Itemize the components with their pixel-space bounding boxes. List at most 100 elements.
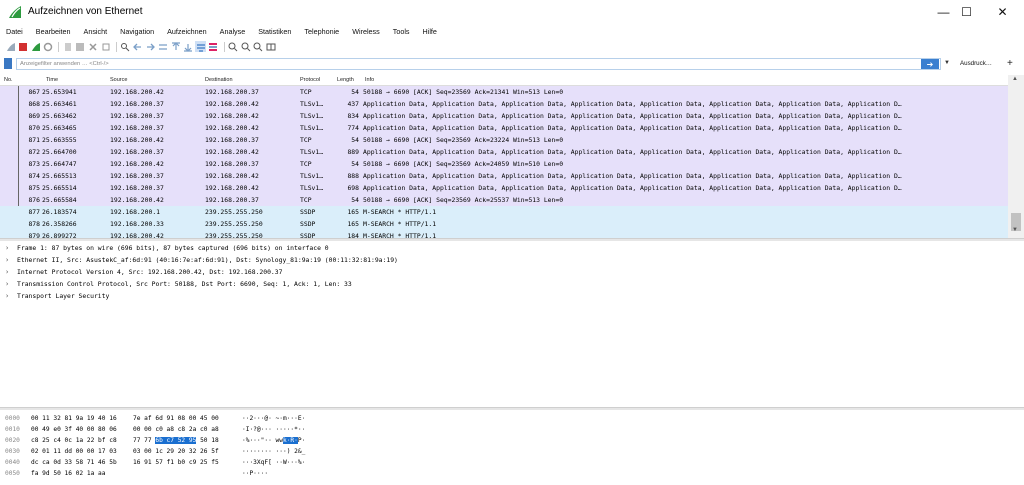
packet-length: 834 — [347, 112, 359, 120]
expression-button[interactable]: Ausdruck… — [960, 60, 992, 67]
packet-destination: 192.168.200.37 — [205, 88, 259, 96]
apply-filter-arrow-icon[interactable]: ➔ — [921, 59, 939, 69]
packet-row[interactable]: 879 26.899272 192.168.200.42 239.255.255.25… — [0, 230, 1008, 238]
autoscroll-icon[interactable] — [195, 41, 207, 52]
display-filter-input[interactable]: Anzeigefilter anwenden … <Ctrl-/> — [16, 58, 941, 70]
col-header-destination[interactable]: Destination — [205, 77, 233, 83]
packet-row[interactable]: 869 25.663462 192.168.200.37 192.168.200.42… — [0, 110, 1008, 122]
zoom-reset-icon[interactable] — [253, 41, 264, 52]
packet-destination: 192.168.200.42 — [205, 124, 259, 132]
packet-no: 876 — [28, 196, 40, 204]
packet-destination: 192.168.200.37 — [205, 196, 259, 204]
toolbar-separator — [58, 41, 60, 52]
packet-time: 26.183574 — [42, 208, 77, 216]
packet-info: 50188 → 6690 [ACK] Seq=23569 Ack=23224 W… — [363, 136, 564, 144]
filter-history-chevron-down-icon[interactable]: ▼ — [944, 60, 950, 66]
expand-chevron-icon[interactable]: › — [5, 290, 9, 302]
packet-protocol: SSDP — [300, 220, 316, 228]
menu-datei[interactable]: Datei — [6, 27, 23, 36]
go-first-icon[interactable] — [170, 41, 181, 52]
start-capture-icon[interactable] — [5, 41, 16, 52]
open-file-icon[interactable] — [62, 41, 73, 52]
expand-chevron-icon[interactable]: › — [5, 254, 9, 266]
packet-row[interactable]: 870 25.663465 192.168.200.37 192.168.200.42… — [0, 122, 1008, 134]
menu-navigation[interactable]: Navigation — [120, 27, 154, 36]
col-header-info[interactable]: Info — [365, 77, 374, 83]
packet-no: 868 — [28, 100, 40, 108]
detail-label: Frame 1: 87 bytes on wire (696 bits), 87… — [17, 244, 329, 252]
add-filter-button[interactable]: + — [1007, 58, 1013, 69]
col-header-length[interactable]: Length — [337, 77, 354, 83]
filter-bookmark-icon[interactable] — [4, 58, 12, 69]
find-packet-icon[interactable] — [120, 41, 131, 52]
hex-bytes: 02 01 11 dd 00 00 17 03 — [31, 448, 117, 455]
packet-length: 54 — [351, 136, 359, 144]
menu-ansicht[interactable]: Ansicht — [84, 27, 108, 36]
detail-label: Transport Layer Security — [17, 292, 110, 300]
go-to-packet-icon[interactable] — [158, 41, 169, 52]
packet-row[interactable]: 875 25.665514 192.168.200.37 192.168.200.42… — [0, 182, 1008, 194]
stop-capture-icon[interactable] — [18, 41, 29, 52]
go-last-icon[interactable] — [183, 41, 194, 52]
packet-info: Application Data, Application Data, Appl… — [363, 112, 902, 120]
col-header-source[interactable]: Source — [110, 77, 127, 83]
scroll-down-icon[interactable]: ▼ — [1012, 227, 1018, 233]
resize-columns-icon[interactable] — [265, 41, 276, 52]
save-file-icon[interactable] — [75, 41, 86, 52]
menu-tools[interactable]: Tools — [393, 27, 410, 36]
packet-row[interactable]: 877 26.183574 192.168.200.1 239.255.255.250… — [0, 206, 1008, 218]
packet-info: M-SEARCH * HTTP/1.1 — [363, 220, 437, 228]
packet-protocol: TLSv1… — [300, 172, 324, 180]
packet-source: 192.168.200.37 — [110, 172, 164, 180]
menu-analyse[interactable]: Analyse — [220, 27, 246, 36]
packet-row[interactable]: 871 25.663555 192.168.200.42 192.168.200.37… — [0, 134, 1008, 146]
expand-chevron-icon[interactable]: › — [5, 242, 9, 254]
expand-chevron-icon[interactable]: › — [5, 278, 9, 290]
restart-capture-icon[interactable] — [30, 41, 41, 52]
col-header-time[interactable]: Time — [46, 77, 58, 83]
pane-splitter[interactable] — [0, 238, 1024, 241]
packet-destination: 192.168.200.37 — [205, 136, 259, 144]
menu-wireless[interactable]: Wireless — [352, 27, 380, 36]
packet-length: 165 — [347, 208, 359, 216]
packet-length: 184 — [347, 232, 359, 238]
col-header-protocol[interactable]: Protocol — [300, 77, 320, 83]
wireshark-logo-icon — [9, 6, 21, 18]
packet-row[interactable]: 878 26.358266 192.168.200.33 239.255.255.25… — [0, 218, 1008, 230]
packet-list-header: No. Time Source Destination Protocol Len… — [0, 75, 1008, 86]
capture-options-icon[interactable] — [43, 41, 54, 52]
packet-row[interactable]: 874 25.665513 192.168.200.37 192.168.200.42… — [0, 170, 1008, 182]
reload-file-icon[interactable] — [100, 41, 111, 52]
scroll-up-icon[interactable]: ▲ — [1012, 76, 1018, 82]
zoom-in-icon[interactable] — [228, 41, 239, 52]
packet-destination: 192.168.200.42 — [205, 112, 259, 120]
packet-row[interactable]: 872 25.664700 192.168.200.37 192.168.200.42… — [0, 146, 1008, 158]
go-back-icon[interactable] — [132, 41, 143, 52]
hex-bytes: dc ca 0d 33 58 71 46 5b — [31, 459, 117, 466]
packet-info: 50188 → 6690 [ACK] Seq=23569 Ack=24059 W… — [363, 160, 564, 168]
go-forward-icon[interactable] — [145, 41, 156, 52]
menu-hilfe[interactable]: Hilfe — [423, 27, 437, 36]
close-file-icon[interactable] — [88, 41, 99, 52]
menu-bearbeiten[interactable]: Bearbeiten — [36, 27, 71, 36]
packet-row[interactable]: 867 25.653941 192.168.200.42 192.168.200.37… — [0, 86, 1008, 98]
packet-row[interactable]: 876 25.665584 192.168.200.42 192.168.200.37… — [0, 194, 1008, 206]
packet-length: 774 — [347, 124, 359, 132]
menu-telephonie[interactable]: Telephonie — [304, 27, 339, 36]
col-header-no[interactable]: No. — [4, 77, 13, 83]
menu-statistiken[interactable]: Statistiken — [258, 27, 291, 36]
packet-list-scrollbar[interactable]: ▲ ▼ — [1008, 75, 1024, 238]
packet-no: 871 — [28, 136, 40, 144]
packet-row[interactable]: 868 25.663461 192.168.200.37 192.168.200.42… — [0, 98, 1008, 110]
colorize-icon[interactable] — [208, 41, 219, 52]
packet-length: 54 — [351, 160, 359, 168]
packet-list[interactable]: 867 25.653941 192.168.200.42 192.168.200.37… — [0, 86, 1008, 238]
zoom-out-icon[interactable] — [240, 41, 251, 52]
packet-source: 192.168.200.37 — [110, 184, 164, 192]
menu-aufzeichnen[interactable]: Aufzeichnen — [167, 27, 207, 36]
pane-splitter[interactable] — [0, 407, 1024, 410]
ascii-dump: ··P···· — [242, 470, 269, 477]
close-button[interactable]: ✕ — [980, 0, 1024, 24]
packet-row[interactable]: 873 25.664747 192.168.200.42 192.168.200.37… — [0, 158, 1008, 170]
expand-chevron-icon[interactable]: › — [5, 266, 9, 278]
